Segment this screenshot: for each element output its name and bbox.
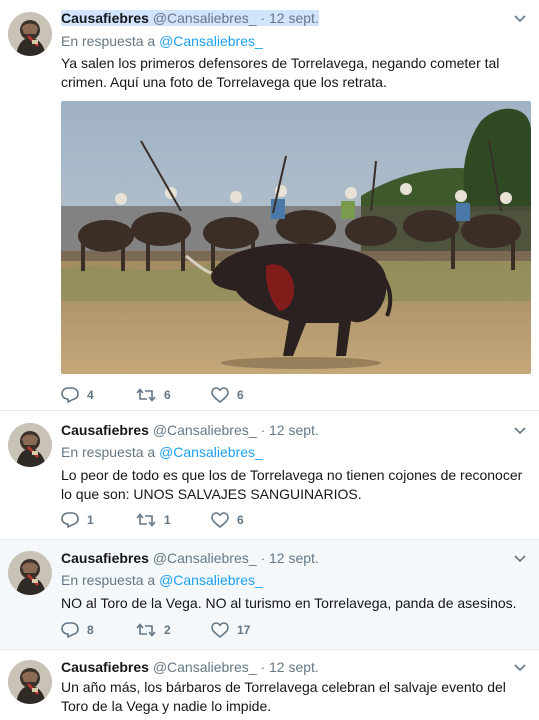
timestamp[interactable]: · 12 sept. [260,550,318,566]
retweet-icon [136,622,156,638]
timestamp[interactable]: · 12 sept. [260,10,318,26]
tweet-text: NO al Toro de la Vega. NO al turismo en … [61,595,517,611]
avatar[interactable] [8,423,52,467]
avatar[interactable] [8,660,52,704]
tweet-header: Causafiebres @Cansaliebres_ · 12 sept. [61,659,319,675]
like-count: 17 [237,623,251,637]
display-name[interactable]: Causafiebres [61,10,149,26]
display-name[interactable]: Causafiebres [61,659,149,675]
reply-context: En respuesta a @Cansaliebres_ [61,444,263,460]
retweet-button[interactable]: 6 [136,387,171,403]
reply-to-link[interactable]: @Cansaliebres_ [159,444,263,460]
retweet-count: 1 [164,513,171,527]
like-icon [211,512,229,528]
reply-prefix: En respuesta a [61,444,156,460]
avatar[interactable] [8,551,52,595]
timestamp[interactable]: · 12 sept. [260,422,318,438]
tweet[interactable]: Causafiebres @Cansaliebres_ · 12 sept. E… [0,0,539,411]
retweet-icon [136,387,156,403]
chevron-down-icon[interactable] [513,663,527,673]
reply-button[interactable]: 4 [61,387,94,403]
reply-count: 1 [87,513,94,527]
tweet[interactable]: Causafiebres @Cansaliebres_ · 12 sept. E… [0,540,539,650]
reply-count: 4 [87,388,94,402]
reply-to-link[interactable]: @Cansaliebres_ [159,572,263,588]
reply-context: En respuesta a @Cansaliebres_ [61,572,263,588]
like-button[interactable]: 6 [211,387,244,403]
tweet-actions: 4 6 6 [61,387,361,407]
username[interactable]: @Cansaliebres_ [153,10,257,26]
like-button[interactable]: 17 [211,622,250,638]
display-name[interactable]: Causafiebres [61,550,149,566]
retweet-button[interactable]: 1 [136,512,171,528]
reply-prefix: En respuesta a [61,33,156,49]
tweet-header: Causafiebres @Cansaliebres_ · 12 sept. [61,10,319,26]
display-name[interactable]: Causafiebres [61,422,149,438]
like-count: 6 [237,388,244,402]
reply-prefix: En respuesta a [61,572,156,588]
tweet-actions: 8 2 17 [61,622,361,642]
chevron-down-icon[interactable] [513,426,527,436]
reply-button[interactable]: 1 [61,512,94,528]
like-icon [211,622,229,638]
chevron-down-icon[interactable] [513,14,527,24]
tweet[interactable]: Causafiebres @Cansaliebres_ · 12 sept. E… [0,411,539,540]
like-count: 6 [237,513,244,527]
tweet-text: Lo peor de todo es que los de Torrelaveg… [61,467,523,502]
timestamp[interactable]: · 12 sept. [260,659,318,675]
username[interactable]: @Cansaliebres_ [153,659,257,675]
tweet[interactable]: Causafiebres @Cansaliebres_ · 12 sept. U… [0,650,539,720]
reply-icon [61,622,79,638]
retweet-button[interactable]: 2 [136,622,171,638]
tweet-header: Causafiebres @Cansaliebres_ · 12 sept. [61,422,319,438]
username[interactable]: @Cansaliebres_ [153,422,257,438]
reply-count: 8 [87,623,94,637]
like-button[interactable]: 6 [211,512,244,528]
reply-context: En respuesta a @Cansaliebres_ [61,33,263,49]
tweet-text: Un año más, los bárbaros de Torrelavega … [61,679,506,714]
tweet-text: Ya salen los primeros defensores de Torr… [61,55,500,90]
retweet-count: 6 [164,388,171,402]
reply-icon [61,387,79,403]
tweet-photo[interactable] [61,101,531,374]
tweet-header: Causafiebres @Cansaliebres_ · 12 sept. [61,550,319,566]
avatar[interactable] [8,12,52,56]
username[interactable]: @Cansaliebres_ [153,550,257,566]
retweet-icon [136,512,156,528]
reply-icon [61,512,79,528]
like-icon [211,387,229,403]
reply-button[interactable]: 8 [61,622,94,638]
tweet-actions: 1 1 6 [61,512,361,532]
retweet-count: 2 [164,623,171,637]
chevron-down-icon[interactable] [513,554,527,564]
reply-to-link[interactable]: @Cansaliebres_ [159,33,263,49]
